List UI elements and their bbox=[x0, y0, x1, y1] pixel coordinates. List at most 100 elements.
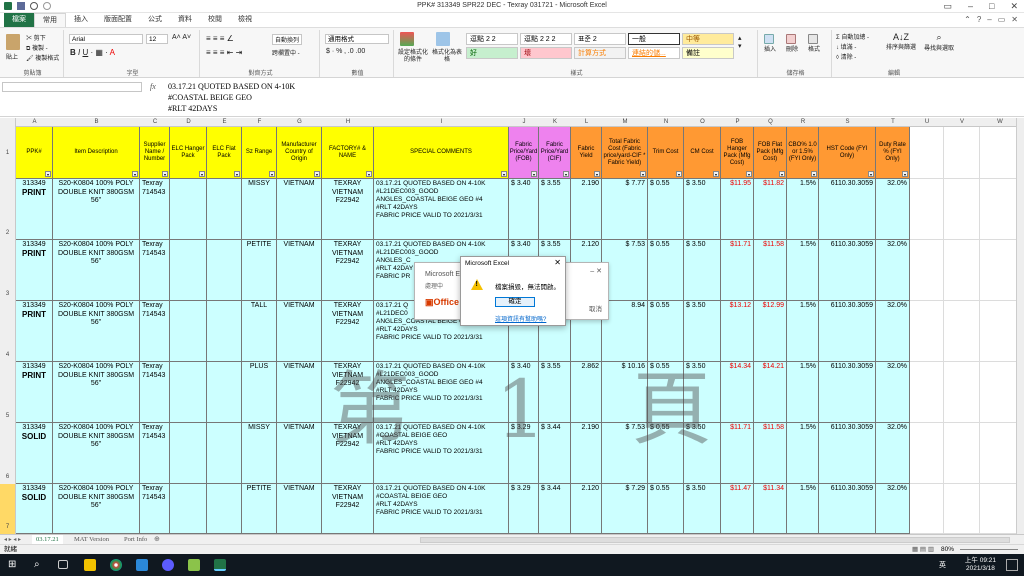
table-cell[interactable]: $14.34 bbox=[721, 362, 754, 423]
search-icon[interactable]: ⌕ bbox=[34, 559, 46, 571]
table-cell[interactable] bbox=[170, 179, 207, 240]
table-cell[interactable]: $ 3.44 bbox=[539, 484, 571, 534]
table-cell[interactable]: TEXRAY VIETNAM F22942 bbox=[322, 423, 374, 484]
header-cell[interactable]: Supplier Name / Number ▾ bbox=[140, 127, 170, 179]
filter-dropdown-icon[interactable]: ▾ bbox=[199, 171, 205, 177]
empty-cell[interactable] bbox=[980, 484, 1020, 534]
table-cell[interactable]: PLUS bbox=[242, 362, 277, 423]
table-cell[interactable]: 6110.30.3059 bbox=[819, 423, 876, 484]
table-cell[interactable]: $ 3.40 bbox=[509, 179, 539, 240]
cell-style-item[interactable]: 備註 bbox=[682, 47, 734, 59]
table-cell[interactable]: S20-K0804 100% POLY DOUBLE KNIT 380GSM 5… bbox=[53, 301, 140, 362]
table-cell[interactable] bbox=[207, 301, 242, 362]
column-header[interactable]: A bbox=[16, 118, 53, 127]
table-cell[interactable]: $ 7.77 bbox=[602, 179, 648, 240]
format-as-table-button[interactable] bbox=[436, 32, 450, 46]
close-icon[interactable]: ✕ bbox=[1010, 1, 1018, 12]
empty-cell[interactable] bbox=[944, 301, 980, 362]
fx-icon[interactable]: fx bbox=[150, 82, 156, 91]
table-cell[interactable] bbox=[207, 484, 242, 534]
table-cell[interactable]: 2.120 bbox=[571, 484, 602, 534]
empty-cell[interactable] bbox=[944, 179, 980, 240]
table-cell[interactable]: MISSY bbox=[242, 179, 277, 240]
header-cell[interactable]: Trim Cost ▾ bbox=[648, 127, 684, 179]
cell-style-item[interactable]: 逗點 2 2 2 bbox=[520, 33, 572, 45]
table-cell[interactable] bbox=[207, 362, 242, 423]
table-cell[interactable]: $ 7.53 bbox=[602, 423, 648, 484]
table-cell[interactable]: PETITE bbox=[242, 484, 277, 534]
column-header[interactable]: O bbox=[684, 118, 721, 127]
table-cell[interactable]: $ 3.29 bbox=[509, 423, 539, 484]
delete-cells-button[interactable]: 刪除 bbox=[786, 34, 798, 53]
table-cell[interactable]: MISSY bbox=[242, 423, 277, 484]
empty-cell[interactable] bbox=[910, 484, 944, 534]
ime-indicator[interactable]: 英 bbox=[939, 560, 946, 570]
filter-dropdown-icon[interactable]: ▾ bbox=[366, 171, 372, 177]
filter-dropdown-icon[interactable]: ▾ bbox=[531, 171, 537, 177]
table-cell[interactable]: $ 3.50 bbox=[684, 301, 721, 362]
table-cell[interactable]: $ 3.50 bbox=[684, 179, 721, 240]
empty-cell[interactable] bbox=[944, 423, 980, 484]
table-cell[interactable]: TEXRAY VIETNAM F22942 bbox=[322, 240, 374, 301]
column-header[interactable]: I bbox=[374, 118, 509, 127]
cell-style-item[interactable]: 표준 2 bbox=[574, 33, 626, 45]
header-cell[interactable]: Sz Range ▾ bbox=[242, 127, 277, 179]
filter-dropdown-icon[interactable]: ▾ bbox=[676, 171, 682, 177]
row-header[interactable]: 5 bbox=[0, 362, 16, 423]
table-cell[interactable]: $ 3.55 bbox=[539, 179, 571, 240]
select-all-corner[interactable] bbox=[0, 118, 16, 127]
table-cell[interactable]: $11.71 bbox=[721, 240, 754, 301]
table-cell[interactable]: $ 0.55 bbox=[648, 423, 684, 484]
filter-dropdown-icon[interactable]: ▾ bbox=[713, 171, 719, 177]
empty-cell[interactable] bbox=[980, 362, 1020, 423]
table-cell[interactable]: 6110.30.3059 bbox=[819, 362, 876, 423]
maximize-icon[interactable]: □ bbox=[989, 1, 994, 12]
column-header[interactable]: K bbox=[539, 118, 571, 127]
table-cell[interactable]: 6110.30.3059 bbox=[819, 484, 876, 534]
empty-cell[interactable] bbox=[910, 240, 944, 301]
empty-cell[interactable] bbox=[910, 362, 944, 423]
windows-start-icon[interactable]: ⊞ bbox=[8, 559, 20, 571]
table-cell[interactable]: 1.5% bbox=[787, 179, 819, 240]
table-cell[interactable]: S20-K0804 100% POLY DOUBLE KNIT 380GSM 5… bbox=[53, 484, 140, 534]
font-name-select[interactable]: Arial bbox=[69, 34, 143, 44]
dialog-close-icon[interactable]: ✕ bbox=[554, 258, 561, 267]
filter-dropdown-icon[interactable]: ▾ bbox=[868, 171, 874, 177]
minimize-icon[interactable]: – bbox=[968, 1, 973, 12]
table-cell[interactable]: 6110.30.3059 bbox=[819, 301, 876, 362]
restore-workbook-icon[interactable]: ▭ bbox=[998, 15, 1006, 24]
table-cell[interactable]: $11.82 bbox=[754, 179, 787, 240]
empty-cell[interactable] bbox=[944, 127, 980, 179]
empty-cell[interactable] bbox=[944, 240, 980, 301]
empty-cell[interactable] bbox=[910, 423, 944, 484]
header-cell[interactable]: FOB Hanger Pack (Mfg Cost) ▾ bbox=[721, 127, 754, 179]
task-view-icon[interactable] bbox=[58, 560, 68, 569]
filter-dropdown-icon[interactable]: ▾ bbox=[234, 171, 240, 177]
filter-dropdown-icon[interactable]: ▾ bbox=[594, 171, 600, 177]
tab-data[interactable]: 資料 bbox=[170, 13, 200, 27]
table-cell[interactable]: 32.0% bbox=[876, 179, 910, 240]
header-cell[interactable]: Manufacturer Country of Origin ▾ bbox=[277, 127, 322, 179]
table-cell[interactable]: 1.5% bbox=[787, 484, 819, 534]
table-cell[interactable]: 1.5% bbox=[787, 362, 819, 423]
column-header[interactable]: P bbox=[721, 118, 754, 127]
table-cell[interactable]: TEXRAY VIETNAM F22942 bbox=[322, 179, 374, 240]
cell-style-item[interactable]: 好 bbox=[466, 47, 518, 59]
column-header[interactable]: Q bbox=[754, 118, 787, 127]
table-cell[interactable]: 1.5% bbox=[787, 301, 819, 362]
header-cell[interactable]: SPECIAL COMMENTS ▾ bbox=[374, 127, 509, 179]
tab-page-layout[interactable]: 版面配置 bbox=[96, 13, 140, 27]
column-header[interactable]: U bbox=[910, 118, 944, 127]
column-header[interactable]: M bbox=[602, 118, 648, 127]
column-header[interactable]: R bbox=[787, 118, 819, 127]
column-header[interactable]: C bbox=[140, 118, 170, 127]
table-cell[interactable]: PETITE bbox=[242, 240, 277, 301]
header-cell[interactable]: FOB Flat Pack (Mfg Cost) ▾ bbox=[754, 127, 787, 179]
header-cell[interactable]: Fabric Price/Yard (FOB) ▾ bbox=[509, 127, 539, 179]
table-cell[interactable]: S20-K0804 100% POLY DOUBLE KNIT 380GSM 5… bbox=[53, 423, 140, 484]
header-cell[interactable]: PPK# ▾ bbox=[16, 127, 53, 179]
empty-cell[interactable] bbox=[980, 301, 1020, 362]
table-cell[interactable]: 313349 SOLID bbox=[16, 484, 53, 534]
table-cell[interactable]: 03.17.21 QUOTED BASED ON 4-10K #L21DEC00… bbox=[374, 179, 509, 240]
excel-taskbar-icon[interactable] bbox=[214, 559, 226, 571]
